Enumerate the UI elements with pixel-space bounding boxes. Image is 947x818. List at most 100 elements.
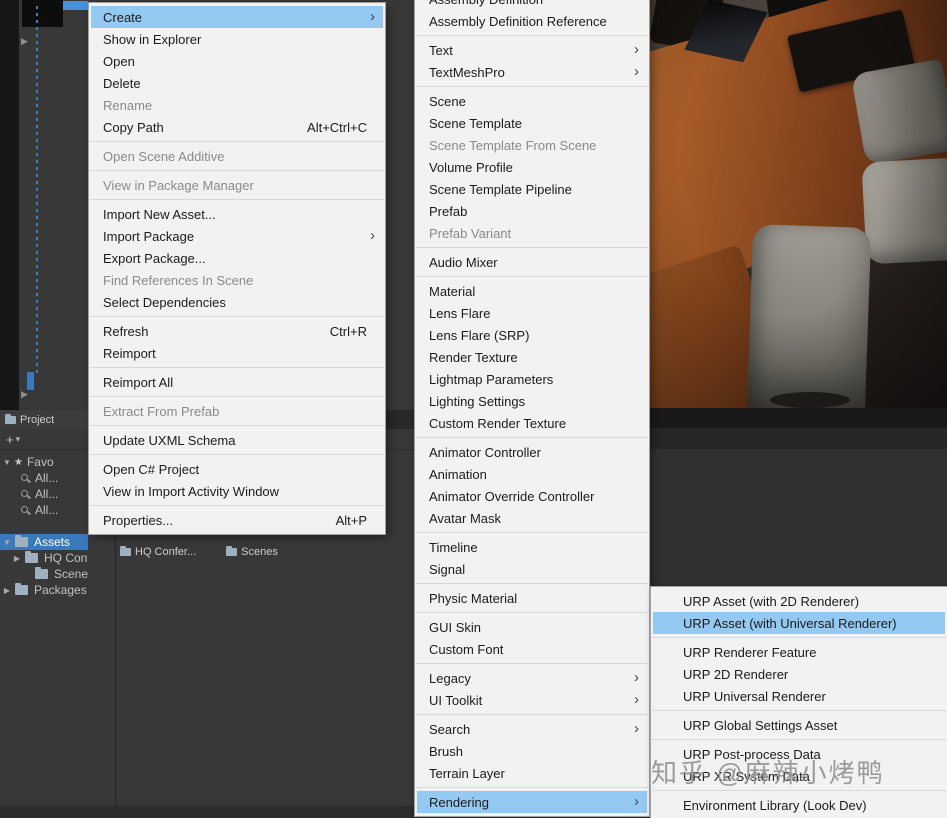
menu-item-brush[interactable]: Brush: [417, 740, 647, 762]
menu-item-physic-material[interactable]: Physic Material: [417, 587, 647, 609]
menu-item-scene-template-pipeline[interactable]: Scene Template Pipeline: [417, 178, 647, 200]
expander-open-icon[interactable]: ▼: [2, 538, 12, 547]
favorites-search-item[interactable]: All...: [0, 486, 88, 502]
star-icon: ★: [14, 457, 23, 468]
menu-item-select-dependencies[interactable]: Select Dependencies: [91, 291, 383, 313]
menu-item-urp-universal-renderer[interactable]: URP Universal Renderer: [653, 685, 945, 707]
menu-item-urp-global-settings-asset[interactable]: URP Global Settings Asset: [653, 714, 945, 736]
menu-item-textmeshpro[interactable]: TextMeshPro›: [417, 61, 647, 83]
menu-item-animator-override-controller[interactable]: Animator Override Controller: [417, 485, 647, 507]
menu-item-assembly-definition-reference[interactable]: Assembly Definition Reference: [417, 10, 647, 32]
search-item-label: All...: [35, 471, 58, 485]
menu-item-timeline[interactable]: Timeline: [417, 536, 647, 558]
menu-item-lighting-settings[interactable]: Lighting Settings: [417, 390, 647, 412]
submenu-arrow-icon: ›: [634, 794, 639, 809]
asset-folder-hq-confer[interactable]: HQ Confer...: [120, 546, 196, 558]
expander-open-icon[interactable]: ▼: [2, 458, 12, 467]
tree-item-hq-confere[interactable]: ▶HQ Confere: [0, 550, 88, 566]
expander-closed-icon[interactable]: ▶: [12, 554, 22, 563]
menu-item-urp-2d-renderer[interactable]: URP 2D Renderer: [653, 663, 945, 685]
asset-folder-scenes[interactable]: Scenes: [226, 546, 278, 558]
menu-item-reimport-all[interactable]: Reimport All: [91, 371, 383, 393]
menu-item-animator-controller[interactable]: Animator Controller: [417, 441, 647, 463]
menu-item-label: Rendering: [429, 795, 489, 810]
menu-item-material[interactable]: Material: [417, 280, 647, 302]
menu-item-legacy[interactable]: Legacy ›: [417, 667, 647, 689]
foldout-arrow-icon[interactable]: ▶: [21, 390, 28, 399]
menu-item-reimport[interactable]: Reimport: [91, 342, 383, 364]
menu-item-ui-toolkit[interactable]: UI Toolkit›: [417, 689, 647, 711]
menu-item-open[interactable]: Open: [91, 50, 383, 72]
menu-item-render-texture[interactable]: Render Texture: [417, 346, 647, 368]
project-status-bar: [0, 806, 414, 818]
tree-item-label: Packages: [34, 583, 87, 597]
menu-item-text[interactable]: Text›: [417, 39, 647, 61]
tree-item-scenes[interactable]: Scenes: [0, 566, 88, 582]
menu-item-custom-font[interactable]: Custom Font: [417, 638, 647, 660]
menu-item-avatar-mask[interactable]: Avatar Mask: [417, 507, 647, 529]
menu-item-custom-render-texture[interactable]: Custom Render Texture: [417, 412, 647, 434]
tree-item-packages[interactable]: ▶ Packages: [0, 582, 88, 598]
submenu-arrow-icon: ›: [634, 721, 639, 736]
menu-item-label: UI Toolkit: [429, 693, 482, 708]
menu-item-copy-path[interactable]: Copy PathAlt+Ctrl+C: [91, 116, 383, 138]
menu-item-lens-flare[interactable]: Lens Flare: [417, 302, 647, 324]
menu-item-create[interactable]: Create›: [91, 6, 383, 28]
menu-item-properties[interactable]: Properties...Alt+P: [91, 509, 383, 531]
menu-item-animation[interactable]: Animation: [417, 463, 647, 485]
scene-view[interactable]: [650, 0, 947, 408]
menu-item-lens-flare-srp[interactable]: Lens Flare (SRP): [417, 324, 647, 346]
menu-item-label: URP Universal Renderer: [683, 689, 826, 704]
menu-item-rename: Rename: [91, 94, 383, 116]
favorites-search-item[interactable]: All...: [0, 470, 88, 486]
menu-item-search[interactable]: Search›: [417, 718, 647, 740]
menu-item-environment-library-look-dev[interactable]: Environment Library (Look Dev): [653, 794, 945, 816]
tree-item-assets[interactable]: ▼Assets: [0, 534, 88, 550]
pane-divider[interactable]: [115, 536, 116, 806]
favorites-section[interactable]: ▼ ★ Favo: [0, 454, 88, 470]
menu-item-show-in-explorer[interactable]: Show in Explorer: [91, 28, 383, 50]
menu-item-lightmap-parameters[interactable]: Lightmap Parameters: [417, 368, 647, 390]
menu-item-refresh[interactable]: RefreshCtrl+R: [91, 320, 383, 342]
menu-item-terrain-layer[interactable]: Terrain Layer: [417, 762, 647, 784]
favorites-search-item[interactable]: All...: [0, 502, 88, 518]
menu-separator: [416, 583, 648, 584]
menu-separator: [416, 247, 648, 248]
menu-item-label: Show in Explorer: [103, 32, 201, 47]
search-icon: [20, 473, 30, 483]
menu-item-urp-asset-with-universal-renderer[interactable]: URP Asset (with Universal Renderer): [653, 612, 945, 634]
submenu-arrow-icon: ›: [634, 42, 639, 57]
menu-item-assembly-definition[interactable]: Assembly Definition: [417, 0, 647, 10]
expander-closed-icon[interactable]: ▶: [2, 586, 12, 595]
menu-item-urp-renderer-feature[interactable]: URP Renderer Feature: [653, 641, 945, 663]
menu-item-export-package[interactable]: Export Package...: [91, 247, 383, 269]
menu-item-urp-asset-with-2d-renderer[interactable]: URP Asset (with 2D Renderer): [653, 590, 945, 612]
menu-item-label: Avatar Mask: [429, 511, 501, 526]
dropdown-caret-icon: ▾: [16, 434, 21, 445]
menu-item-delete[interactable]: Delete: [91, 72, 383, 94]
hierarchy-selection-fragment: [63, 1, 88, 10]
menu-item-audio-mixer[interactable]: Audio Mixer: [417, 251, 647, 273]
menu-item-open-c-project[interactable]: Open C# Project: [91, 458, 383, 480]
menu-item-scene-template[interactable]: Scene Template: [417, 112, 647, 134]
menu-item-label: Scene: [429, 94, 466, 109]
menu-item-view-in-import-activity-window[interactable]: View in Import Activity Window: [91, 480, 383, 502]
menu-item-volume-profile[interactable]: Volume Profile: [417, 156, 647, 178]
submenu-arrow-icon: ›: [634, 670, 639, 685]
menu-item-import-package[interactable]: Import Package›: [91, 225, 383, 247]
foldout-arrow-icon[interactable]: ▶: [21, 37, 28, 46]
menu-item-import-new-asset[interactable]: Import New Asset...: [91, 203, 383, 225]
menu-item-rendering[interactable]: Rendering ›: [417, 791, 647, 813]
create-asset-button[interactable]: + ▾: [6, 432, 20, 447]
menu-item-gui-skin[interactable]: GUI Skin: [417, 616, 647, 638]
hierarchy-guide-line: [36, 6, 38, 374]
menu-item-signal[interactable]: Signal: [417, 558, 647, 580]
menu-item-scene[interactable]: Scene: [417, 90, 647, 112]
menu-separator: [416, 437, 648, 438]
tab-project[interactable]: Project: [0, 410, 88, 429]
menu-item-update-uxml-schema[interactable]: Update UXML Schema: [91, 429, 383, 451]
menu-item-label: Legacy: [429, 671, 471, 686]
folder-icon: [15, 585, 28, 595]
menu-item-label: Assembly Definition Reference: [429, 14, 607, 29]
menu-item-prefab[interactable]: Prefab: [417, 200, 647, 222]
